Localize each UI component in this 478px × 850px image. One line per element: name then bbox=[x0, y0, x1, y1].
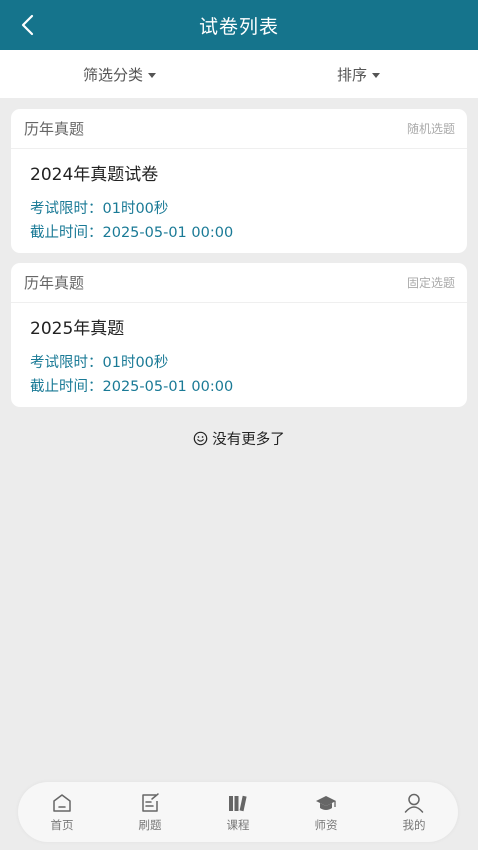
tab-courses[interactable]: 课程 bbox=[194, 782, 282, 842]
header-bar: 试卷列表 bbox=[0, 0, 478, 50]
tab-label: 我的 bbox=[402, 818, 426, 832]
smiley-icon bbox=[193, 431, 208, 446]
paper-duration: 考试限时：01时00秒 bbox=[11, 197, 467, 221]
tab-label: 课程 bbox=[226, 818, 250, 832]
paper-category: 历年真题 bbox=[24, 274, 85, 292]
deadline-value: 2025-05-01 00:00 bbox=[102, 225, 234, 241]
deadline-label: 截止时间： bbox=[30, 379, 103, 395]
paper-card[interactable]: 历年真题 固定选题 2025年真题 考试限时：01时00秒 截止时间：2025-… bbox=[11, 263, 467, 407]
tab-label: 刷题 bbox=[138, 818, 162, 832]
bottom-tab-bar: 首页 刷题 课程 师资 我的 bbox=[18, 782, 458, 842]
caret-down-icon bbox=[372, 72, 380, 78]
tab-label: 师资 bbox=[314, 818, 338, 832]
back-button[interactable] bbox=[14, 12, 40, 38]
category-filter-dropdown[interactable]: 筛选分类 bbox=[0, 50, 239, 98]
home-icon bbox=[50, 791, 74, 815]
paper-mode: 随机选题 bbox=[406, 122, 455, 136]
sort-dropdown[interactable]: 排序 bbox=[239, 50, 478, 98]
tab-label: 首页 bbox=[50, 818, 74, 832]
page-title: 试卷列表 bbox=[198, 15, 279, 38]
tab-teachers[interactable]: 师资 bbox=[282, 782, 370, 842]
paper-deadline: 截止时间：2025-05-01 00:00 bbox=[11, 221, 467, 245]
sort-label: 排序 bbox=[336, 65, 367, 84]
paper-title: 2024年真题试卷 bbox=[30, 165, 159, 185]
paper-duration: 考试限时：01时00秒 bbox=[11, 351, 467, 375]
edit-icon bbox=[138, 791, 162, 815]
paper-title: 2025年真题 bbox=[30, 319, 125, 339]
no-more-indicator: 没有更多了 bbox=[0, 428, 478, 449]
exam-list-page: 试卷列表 筛选分类 排序 历年真题 随机选题 2024年真题试卷 考试限时：01… bbox=[0, 0, 478, 850]
tab-home[interactable]: 首页 bbox=[18, 782, 106, 842]
paper-card-header: 历年真题 固定选题 bbox=[11, 263, 467, 303]
deadline-label: 截止时间： bbox=[30, 225, 103, 241]
caret-down-icon bbox=[148, 72, 156, 78]
duration-label: 考试限时： bbox=[30, 355, 103, 371]
chevron-left-icon bbox=[21, 14, 34, 36]
paper-card[interactable]: 历年真题 随机选题 2024年真题试卷 考试限时：01时00秒 截止时间：202… bbox=[11, 109, 467, 253]
paper-category: 历年真题 bbox=[24, 120, 85, 138]
books-icon bbox=[226, 791, 250, 815]
user-icon bbox=[402, 791, 426, 815]
paper-deadline: 截止时间：2025-05-01 00:00 bbox=[11, 375, 467, 399]
tab-practice[interactable]: 刷题 bbox=[106, 782, 194, 842]
paper-mode: 固定选题 bbox=[406, 276, 455, 290]
filter-bar: 筛选分类 排序 bbox=[0, 50, 478, 98]
no-more-text: 没有更多了 bbox=[212, 432, 285, 448]
tab-profile[interactable]: 我的 bbox=[370, 782, 458, 842]
duration-value: 01时00秒 bbox=[102, 201, 169, 217]
duration-label: 考试限时： bbox=[30, 201, 103, 217]
duration-value: 01时00秒 bbox=[102, 355, 169, 371]
graduation-cap-icon bbox=[314, 791, 338, 815]
category-filter-label: 筛选分类 bbox=[82, 65, 143, 84]
paper-card-header: 历年真题 随机选题 bbox=[11, 109, 467, 149]
deadline-value: 2025-05-01 00:00 bbox=[102, 379, 234, 395]
